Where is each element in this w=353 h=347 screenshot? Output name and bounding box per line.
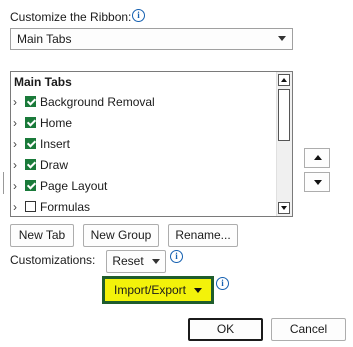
arrow-up-icon bbox=[314, 155, 322, 160]
checkbox[interactable] bbox=[25, 201, 36, 212]
import-export-highlight: Import/Export bbox=[105, 279, 211, 301]
dropdown-value: Main Tabs bbox=[17, 32, 72, 46]
reset-label: Reset bbox=[112, 254, 144, 268]
scroll-down-icon[interactable] bbox=[278, 202, 290, 214]
tree-item[interactable]: › Page Layout bbox=[11, 176, 275, 197]
ok-button[interactable]: OK bbox=[188, 318, 263, 341]
new-tab-label: New Tab bbox=[18, 228, 66, 242]
tree-item-label: Home bbox=[40, 116, 73, 130]
info-icon[interactable]: i bbox=[170, 250, 183, 263]
info-icon[interactable]: i bbox=[132, 9, 145, 22]
tree-item[interactable]: › Background Removal bbox=[11, 92, 275, 113]
checkbox[interactable] bbox=[25, 159, 36, 170]
ribbon-tree[interactable]: Main Tabs › Background Removal › Home › … bbox=[10, 71, 293, 217]
ok-label: OK bbox=[216, 322, 235, 336]
arrow-down-icon bbox=[314, 180, 322, 185]
tree-item-label: Background Removal bbox=[40, 95, 155, 109]
move-down-button[interactable] bbox=[304, 172, 330, 192]
tree-header: Main Tabs bbox=[14, 75, 72, 89]
new-group-label: New Group bbox=[90, 228, 152, 242]
info-icon[interactable]: i bbox=[216, 277, 229, 290]
cancel-button[interactable]: Cancel bbox=[271, 318, 346, 341]
tree-item-label: Insert bbox=[40, 137, 71, 151]
chevron-down-icon bbox=[278, 36, 286, 41]
chevron-down-icon bbox=[194, 288, 203, 294]
scroll-up-icon[interactable] bbox=[278, 74, 290, 86]
ribbon-tabs-dropdown[interactable]: Main Tabs bbox=[10, 28, 293, 50]
import-export-button[interactable]: Import/Export bbox=[102, 276, 214, 304]
reset-button[interactable]: Reset bbox=[106, 250, 166, 273]
tree-item-label: Draw bbox=[40, 158, 69, 172]
cancel-label: Cancel bbox=[289, 322, 328, 336]
new-tab-button[interactable]: New Tab bbox=[10, 224, 74, 247]
expand-chevron-icon[interactable]: › bbox=[13, 137, 22, 151]
expand-chevron-icon[interactable]: › bbox=[13, 200, 22, 214]
tree-item[interactable]: › Formulas bbox=[11, 197, 275, 216]
customizations-label: Customizations: bbox=[10, 253, 96, 267]
tree-scrollbar[interactable] bbox=[276, 72, 292, 216]
rename-button[interactable]: Rename... bbox=[168, 224, 238, 247]
new-group-button[interactable]: New Group bbox=[83, 224, 159, 247]
checkbox[interactable] bbox=[25, 117, 36, 128]
checkbox[interactable] bbox=[25, 180, 36, 191]
customize-ribbon-label: Customize the Ribbon: bbox=[10, 10, 132, 24]
tree-item-label: Formulas bbox=[40, 200, 91, 214]
move-up-button[interactable] bbox=[304, 148, 330, 168]
tree-item[interactable]: › Home bbox=[11, 113, 275, 134]
rename-label: Rename... bbox=[175, 228, 231, 242]
import-export-label: Import/Export bbox=[113, 283, 187, 297]
tree-item-label: Page Layout bbox=[40, 179, 108, 193]
checkbox[interactable] bbox=[25, 138, 36, 149]
expand-chevron-icon[interactable]: › bbox=[13, 116, 22, 130]
scroll-thumb[interactable] bbox=[278, 89, 290, 141]
tree-item[interactable]: › Draw bbox=[11, 155, 275, 176]
checkbox[interactable] bbox=[25, 96, 36, 107]
left-edge-chevron-icon bbox=[0, 172, 4, 194]
expand-chevron-icon[interactable]: › bbox=[13, 179, 22, 193]
tree-item[interactable]: › Insert bbox=[11, 134, 275, 155]
expand-chevron-icon[interactable]: › bbox=[13, 158, 22, 172]
expand-chevron-icon[interactable]: › bbox=[13, 95, 22, 109]
chevron-down-icon bbox=[151, 259, 160, 265]
